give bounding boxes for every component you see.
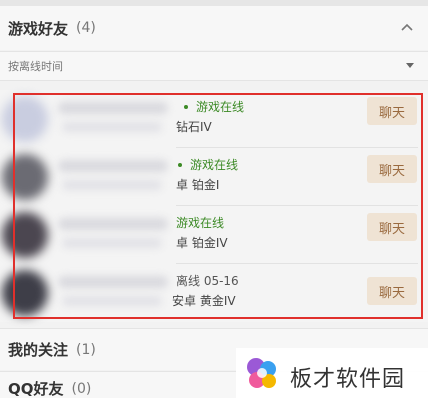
blurred-detail (62, 238, 162, 248)
blurred-name (58, 102, 168, 114)
game-friends-header[interactable]: 游戏好友 (4) (0, 6, 428, 50)
sort-dropdown[interactable]: 按离线时间 (0, 51, 428, 81)
watermark-logo-icon (247, 358, 276, 388)
avatar[interactable] (2, 270, 48, 316)
status-text: 离线 05-16 (176, 274, 239, 288)
blurred-name (58, 218, 168, 230)
device-rank: 安卓 黄金IV (172, 294, 236, 308)
blurred-name (58, 276, 168, 288)
avatar[interactable] (2, 154, 48, 200)
section-title: QQ好友 (8, 380, 64, 398)
blurred-detail (62, 296, 162, 306)
friend-row[interactable]: 游戏在线 卓 铂金I 聊天 (0, 148, 428, 206)
chat-button[interactable]: 聊天 (367, 213, 417, 241)
status-text: 游戏在线 (176, 216, 225, 230)
section-count: (1) (76, 341, 96, 358)
blurred-detail (62, 180, 162, 190)
friend-row[interactable]: 离线 05-16 安卓 黄金IV 聊天 (0, 264, 428, 322)
status-text: 游戏在线 (178, 156, 238, 173)
online-dot-icon (184, 104, 188, 109)
section-title: 我的关注 (8, 341, 69, 359)
section-count: (4) (76, 20, 96, 36)
online-dot-icon (178, 162, 182, 167)
blurred-name (58, 160, 168, 172)
friends-panel: 游戏好友 (4) 按离线时间 游戏在线 钻石IV 聊天 游戏在线 卓 铂金I 聊… (0, 0, 428, 398)
friend-list: 游戏在线 钻石IV 聊天 游戏在线 卓 铂金I 聊天 游戏在线 卓 铂金IV 聊… (0, 90, 428, 322)
status-label: 游戏在线 (196, 100, 245, 114)
watermark-text: 板才软件园 (290, 367, 406, 392)
blurred-detail (62, 122, 162, 132)
caret-down-icon (406, 63, 414, 68)
section-title: 游戏好友 (8, 19, 69, 38)
status-text: 游戏在线 (184, 98, 244, 115)
chat-button[interactable]: 聊天 (367, 97, 417, 125)
device-rank: 钻石IV (176, 120, 212, 134)
friend-row[interactable]: 游戏在线 钻石IV 聊天 (0, 90, 428, 148)
chat-button[interactable]: 聊天 (367, 155, 417, 183)
section-count: (0) (71, 380, 92, 397)
avatar[interactable] (2, 96, 48, 142)
status-label: 游戏在线 (190, 158, 239, 172)
sort-label: 按离线时间 (8, 60, 63, 73)
chat-button[interactable]: 聊天 (367, 277, 417, 305)
avatar[interactable] (2, 212, 48, 258)
device-rank: 卓 铂金I (176, 178, 220, 192)
friend-row[interactable]: 游戏在线 卓 铂金IV 聊天 (0, 206, 428, 264)
chevron-up-icon[interactable] (400, 21, 414, 35)
device-rank: 卓 铂金IV (176, 236, 228, 250)
